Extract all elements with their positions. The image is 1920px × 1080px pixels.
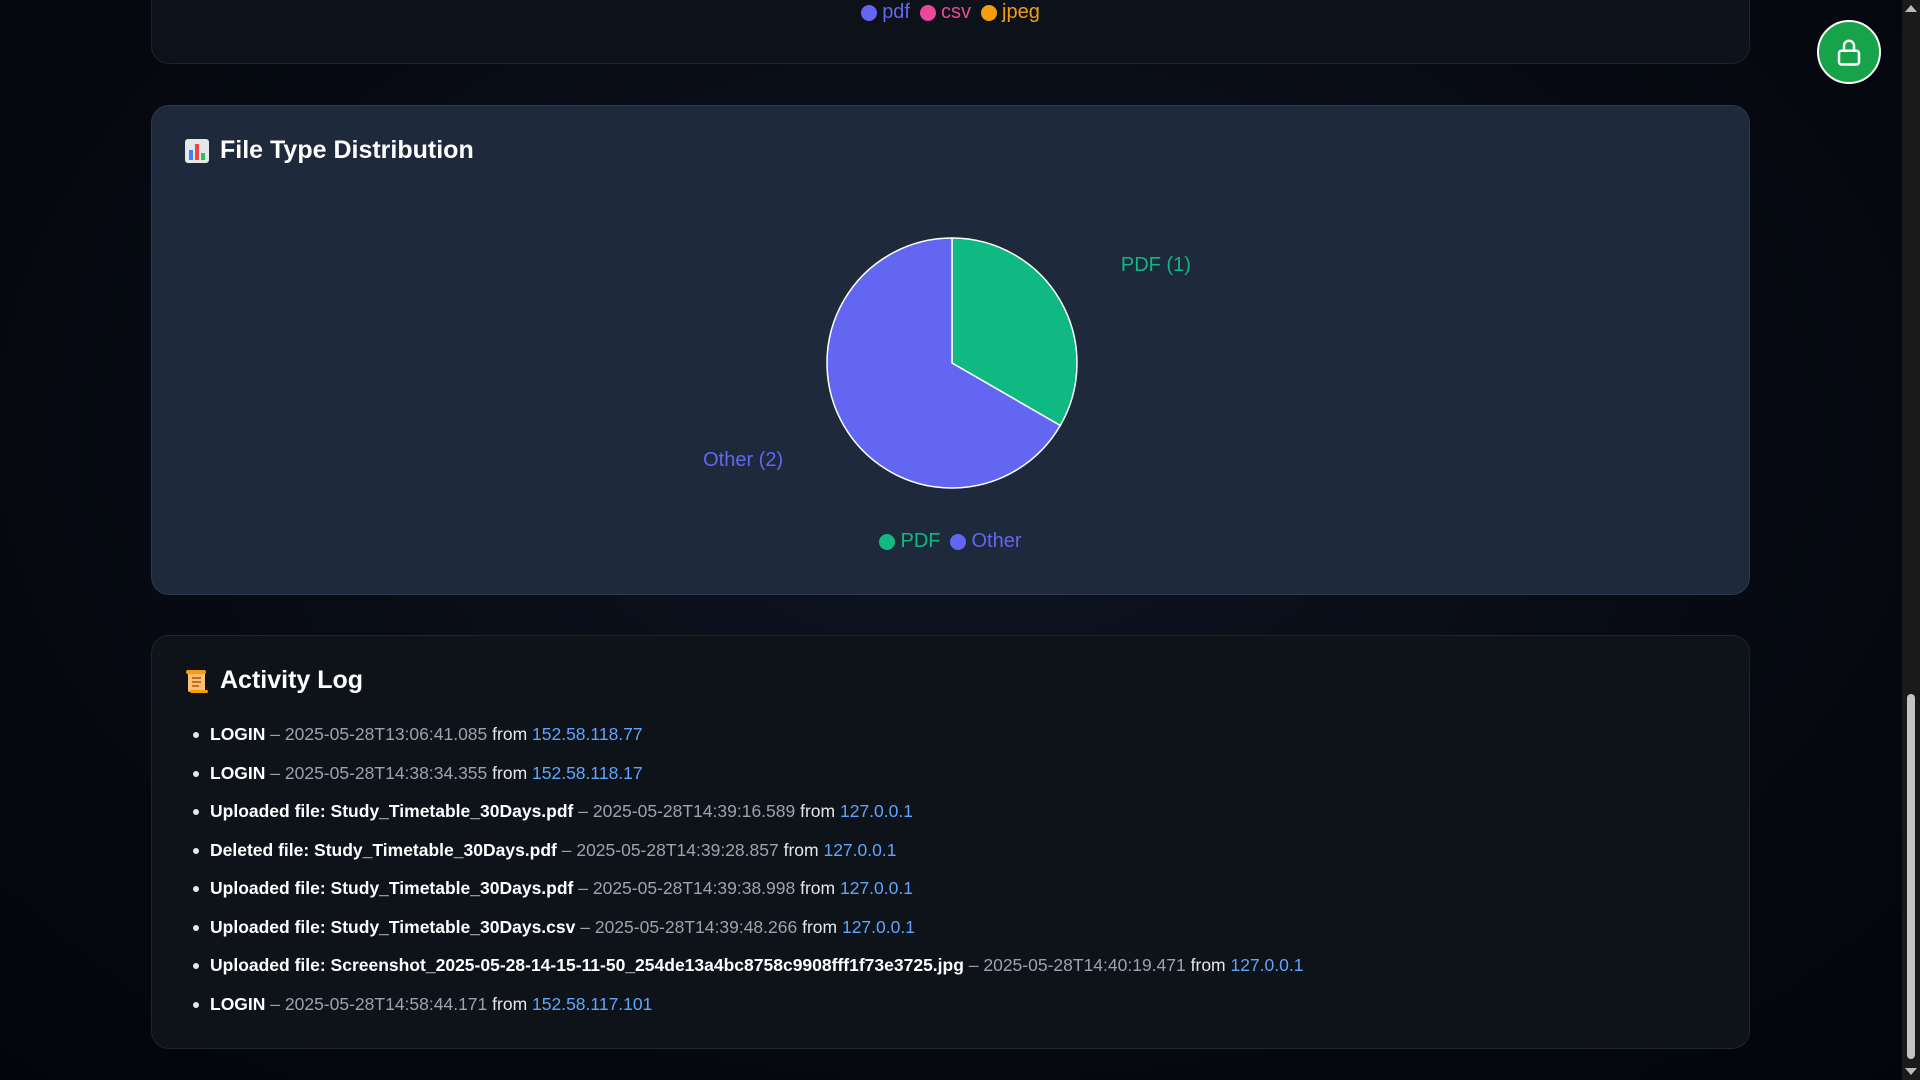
- log-entry-ip[interactable]: 127.0.0.1: [840, 878, 913, 898]
- file-type-pie-chart: PDF (1) Other (2): [703, 237, 1191, 489]
- log-entry-from: from: [800, 878, 840, 898]
- top-legend-swatch: [920, 4, 936, 21]
- pie-chart-legend: PDF Other: [152, 530, 1749, 556]
- top-legend-label: jpeg: [1002, 1, 1040, 23]
- log-entry: Deleted file: Study_Timetable_30Days.pdf…: [192, 839, 1303, 879]
- top-legend-label: pdf: [882, 1, 910, 23]
- scrollbar-thumb[interactable]: [1907, 694, 1915, 1059]
- lock-icon: [1837, 39, 1861, 66]
- log-entry-action: LOGIN: [210, 724, 266, 744]
- pie-legend-swatch: [879, 533, 896, 550]
- log-entry-from: from: [492, 724, 533, 744]
- pie-legend-label: Other: [971, 530, 1022, 552]
- log-entry-action: Deleted file: Study_Timetable_30Days.pdf: [210, 839, 557, 860]
- log-entry-timestamp: – 2025-05-28T14:39:28.857: [556, 839, 784, 860]
- log-entry-timestamp: – 2025-05-28T13:06:41.085: [265, 724, 493, 744]
- top-legend-swatch: [861, 4, 878, 21]
- log-entry: Uploaded file: Screenshot_2025-05-28-14-…: [192, 955, 1304, 994]
- log-entry-timestamp: – 2025-05-28T14:58:44.171: [265, 993, 493, 1014]
- activity-log-title: Activity Log: [184, 666, 363, 695]
- activity-log-title-text: Activity Log: [220, 666, 364, 694]
- log-entry-from: from: [800, 801, 840, 821]
- pie-slice-label-other: Other (2): [703, 449, 783, 471]
- scroll-icon: [184, 668, 210, 694]
- log-entry: Uploaded file: Study_Timetable_30Days.pd…: [192, 801, 1303, 840]
- scroll-up-arrow-icon[interactable]: [1905, 5, 1917, 12]
- top-chart-card: pdf csv jpeg: [151, 0, 1750, 64]
- pie-legend-item-pdf[interactable]: PDF: [879, 530, 940, 553]
- log-entry-timestamp: – 2025-05-28T14:40:19.471: [963, 955, 1191, 975]
- page-scrollbar[interactable]: [1902, 0, 1920, 1080]
- log-entry: LOGIN – 2025-05-28T14:58:44.171 from 152…: [192, 993, 1303, 1033]
- log-entry-action: Uploaded file: Study_Timetable_30Days.pd…: [210, 878, 574, 898]
- log-entry-timestamp: – 2025-05-28T14:39:16.589: [573, 801, 801, 821]
- top-legend-item-pdf[interactable]: pdf: [861, 1, 910, 24]
- log-entry-ip[interactable]: 127.0.0.1: [842, 917, 915, 937]
- log-entry-ip[interactable]: 152.58.118.17: [532, 763, 643, 783]
- log-entry-ip[interactable]: 127.0.0.1: [840, 801, 913, 821]
- activity-log-card: Activity Log LOGIN – 2025-05-28T13:06:41…: [151, 635, 1750, 1049]
- log-entry-timestamp: – 2025-05-28T14:39:38.998: [573, 878, 801, 898]
- pie-legend-label: PDF: [900, 530, 941, 552]
- log-entry-timestamp: – 2025-05-28T14:38:34.355: [265, 762, 493, 783]
- log-entry-from: from: [802, 916, 842, 937]
- top-legend-label: csv: [941, 1, 971, 23]
- log-entry: Uploaded file: Study_Timetable_30Days.pd…: [192, 878, 1303, 917]
- log-entry-from: from: [783, 839, 824, 860]
- log-entry-ip[interactable]: 127.0.0.1: [823, 840, 896, 860]
- log-entry-from: from: [1190, 955, 1231, 975]
- log-entry-action: Uploaded file: Study_Timetable_30Days.pd…: [210, 801, 574, 821]
- file-type-distribution-card: File Type Distribution PDF (1) Other (2) …: [151, 105, 1750, 595]
- log-entry-action: Uploaded file: Screenshot_2025-05-28-14-…: [210, 955, 964, 975]
- log-entry: LOGIN – 2025-05-28T14:38:34.355 from 152…: [192, 762, 1303, 802]
- log-entry: Uploaded file: Study_Timetable_30Days.cs…: [192, 916, 1303, 956]
- pie-legend-item-other[interactable]: Other: [950, 530, 1022, 553]
- log-entry-ip[interactable]: 152.58.117.101: [532, 994, 652, 1014]
- log-entry-from: from: [492, 993, 533, 1014]
- pie-legend-swatch: [950, 533, 967, 550]
- pie-slice-label-pdf: PDF (1): [1121, 254, 1191, 276]
- activity-log-list: LOGIN – 2025-05-28T13:06:41.085 from 152…: [192, 724, 1304, 1033]
- top-legend-item-jpeg[interactable]: jpeg: [981, 1, 1040, 24]
- log-entry-ip[interactable]: 127.0.0.1: [1231, 955, 1304, 975]
- log-entry-action: LOGIN: [210, 762, 266, 783]
- log-entry-action: LOGIN: [210, 993, 266, 1014]
- log-entry-action: Uploaded file: Study_Timetable_30Days.cs…: [210, 916, 576, 937]
- log-entry-ip[interactable]: 152.58.118.77: [532, 724, 643, 744]
- top-legend-swatch: [981, 4, 997, 21]
- log-entry-from: from: [492, 762, 533, 783]
- lock-button[interactable]: [1817, 20, 1881, 84]
- log-entry-timestamp: – 2025-05-28T14:39:48.266: [575, 916, 803, 937]
- scroll-down-arrow-icon[interactable]: [1905, 1068, 1917, 1075]
- top-legend-item-csv[interactable]: csv: [920, 1, 971, 24]
- top-chart-legend: pdf csv jpeg: [152, 1, 1749, 27]
- log-entry: LOGIN – 2025-05-28T13:06:41.085 from 152…: [192, 724, 1303, 763]
